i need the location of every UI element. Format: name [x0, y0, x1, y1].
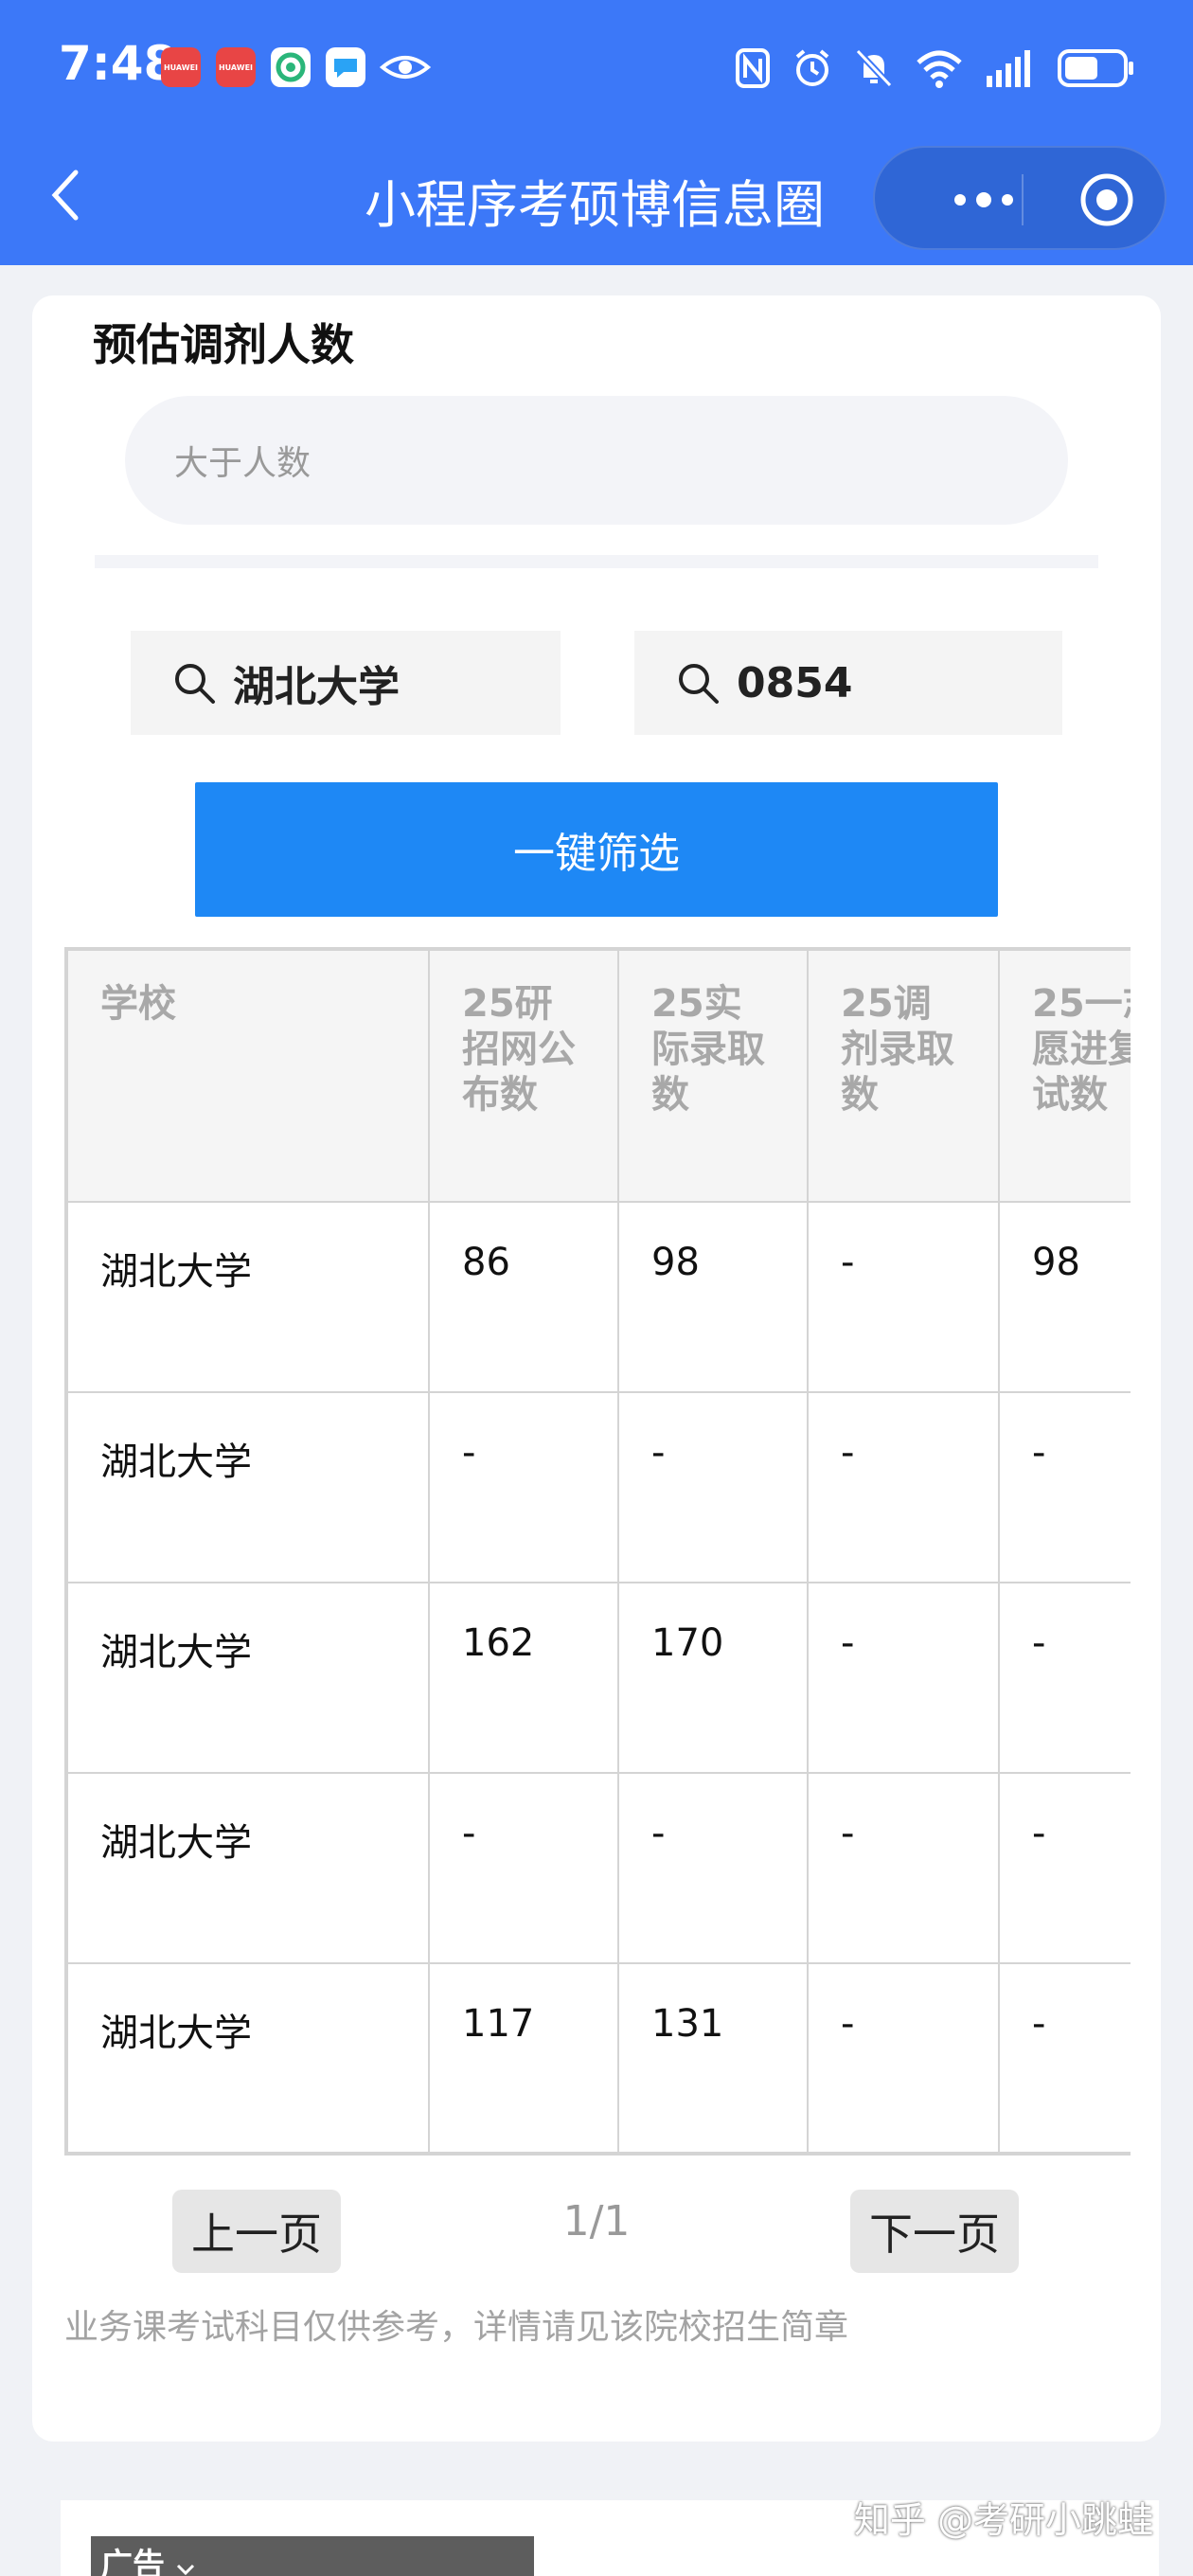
page-indicator: 1/1	[562, 2197, 631, 2245]
huawei-store-icon: HUAWEI	[216, 47, 256, 87]
table-cell: 98	[998, 1201, 1131, 1393]
table-cell: -	[998, 1582, 1131, 1774]
app-header: 7:48 HUAWEI HUAWEI 小程序考硕博信息圈	[0, 0, 1193, 265]
table-cell: -	[998, 1962, 1131, 2152]
results-table-container[interactable]: 学校 25研招网公布数 25实际录取数 25调剂录取数 25一志愿进复试数 湖北…	[64, 947, 1131, 2156]
table-row: 湖北大学 86 98 - 98	[66, 1201, 1131, 1393]
status-time: 7:48	[59, 36, 177, 91]
chevron-down-icon	[176, 2564, 194, 2576]
table-cell: 湖北大学	[66, 1391, 430, 1583]
major-search-input[interactable]: 0854	[634, 631, 1062, 735]
miniprogram-capsule	[873, 146, 1166, 250]
table-cell: -	[428, 1391, 619, 1583]
table-header-row: 学校 25研招网公布数 25实际录取数 25调剂录取数 25一志愿进复试数	[66, 949, 1131, 1203]
more-dots-icon	[954, 192, 1013, 207]
table-row: 湖北大学 - - - -	[66, 1391, 1131, 1583]
search-icon	[175, 664, 215, 704]
table-row: 湖北大学 117 131 - -	[66, 1962, 1131, 2152]
header-adjusted: 25调剂录取数	[807, 949, 1000, 1203]
close-miniprogram-button[interactable]	[1055, 148, 1159, 252]
more-button[interactable]	[913, 148, 1055, 252]
major-search-value: 0854	[737, 658, 853, 707]
school-search-value: 湖北大学	[233, 663, 400, 711]
eye-icon	[379, 47, 432, 87]
nfc-icon	[736, 48, 770, 88]
count-input[interactable]: 大于人数	[125, 396, 1068, 525]
signal-icon	[987, 50, 1030, 87]
green-app-icon	[271, 47, 311, 87]
table-cell: -	[998, 1772, 1131, 1964]
target-icon	[1080, 173, 1133, 226]
alarm-icon	[795, 49, 829, 86]
search-icon	[679, 664, 719, 704]
table-cell: 98	[617, 1201, 809, 1393]
table-cell: 湖北大学	[66, 1772, 430, 1964]
table-cell: -	[428, 1772, 619, 1964]
table-cell: -	[617, 1772, 809, 1964]
status-bar: 7:48 HUAWEI HUAWEI	[0, 0, 1193, 133]
disclaimer-note: 业务课考试科目仅供参考，详情请见该院校招生简章	[64, 2308, 849, 2347]
header-first-choice: 25一志愿进复试数	[998, 949, 1131, 1203]
capsule-divider	[1022, 174, 1024, 225]
school-search-input[interactable]: 湖北大学	[131, 631, 561, 735]
table-row: 湖北大学 - - - -	[66, 1772, 1131, 1964]
ad-label[interactable]: 广告	[100, 2539, 195, 2576]
next-page-button[interactable]: 下一页	[850, 2190, 1019, 2273]
table-cell: -	[807, 1391, 1000, 1583]
status-icons	[735, 42, 1136, 95]
results-table: 学校 25研招网公布数 25实际录取数 25调剂录取数 25一志愿进复试数 湖北…	[66, 949, 1131, 2152]
filter-button[interactable]: 一键筛选	[195, 782, 998, 917]
table-cell: 湖北大学	[66, 1201, 430, 1393]
header-published: 25研招网公布数	[428, 949, 619, 1203]
table-cell: 湖北大学	[66, 1962, 430, 2152]
table-cell: -	[807, 1962, 1000, 2152]
table-cell: 170	[617, 1582, 809, 1774]
watermark: 知乎 @考研小跳蛙	[853, 2499, 1153, 2541]
header-admitted: 25实际录取数	[617, 949, 809, 1203]
table-cell: 131	[617, 1962, 809, 2152]
battery-icon	[1058, 49, 1133, 87]
huawei-app-icon: HUAWEI	[161, 47, 201, 87]
table-cell: 湖北大学	[66, 1582, 430, 1774]
mute-icon	[855, 48, 893, 88]
count-placeholder: 大于人数	[174, 444, 312, 483]
header-school: 学校	[66, 949, 430, 1203]
table-cell: 86	[428, 1201, 619, 1393]
table-cell: 162	[428, 1582, 619, 1774]
table-cell: -	[617, 1391, 809, 1583]
navigation-bar: 小程序考硕博信息圈	[0, 133, 1193, 265]
wifi-icon	[917, 50, 962, 88]
message-app-icon	[326, 47, 365, 87]
table-cell: 117	[428, 1962, 619, 2152]
section-title: 预估调剂人数	[93, 319, 354, 370]
table-row: 湖北大学 162 170 - -	[66, 1582, 1131, 1774]
table-cell: -	[807, 1772, 1000, 1964]
table-cell: -	[807, 1582, 1000, 1774]
table-cell: -	[998, 1391, 1131, 1583]
table-cell: -	[807, 1201, 1000, 1393]
prev-page-button[interactable]: 上一页	[172, 2190, 341, 2273]
divider	[95, 555, 1098, 568]
